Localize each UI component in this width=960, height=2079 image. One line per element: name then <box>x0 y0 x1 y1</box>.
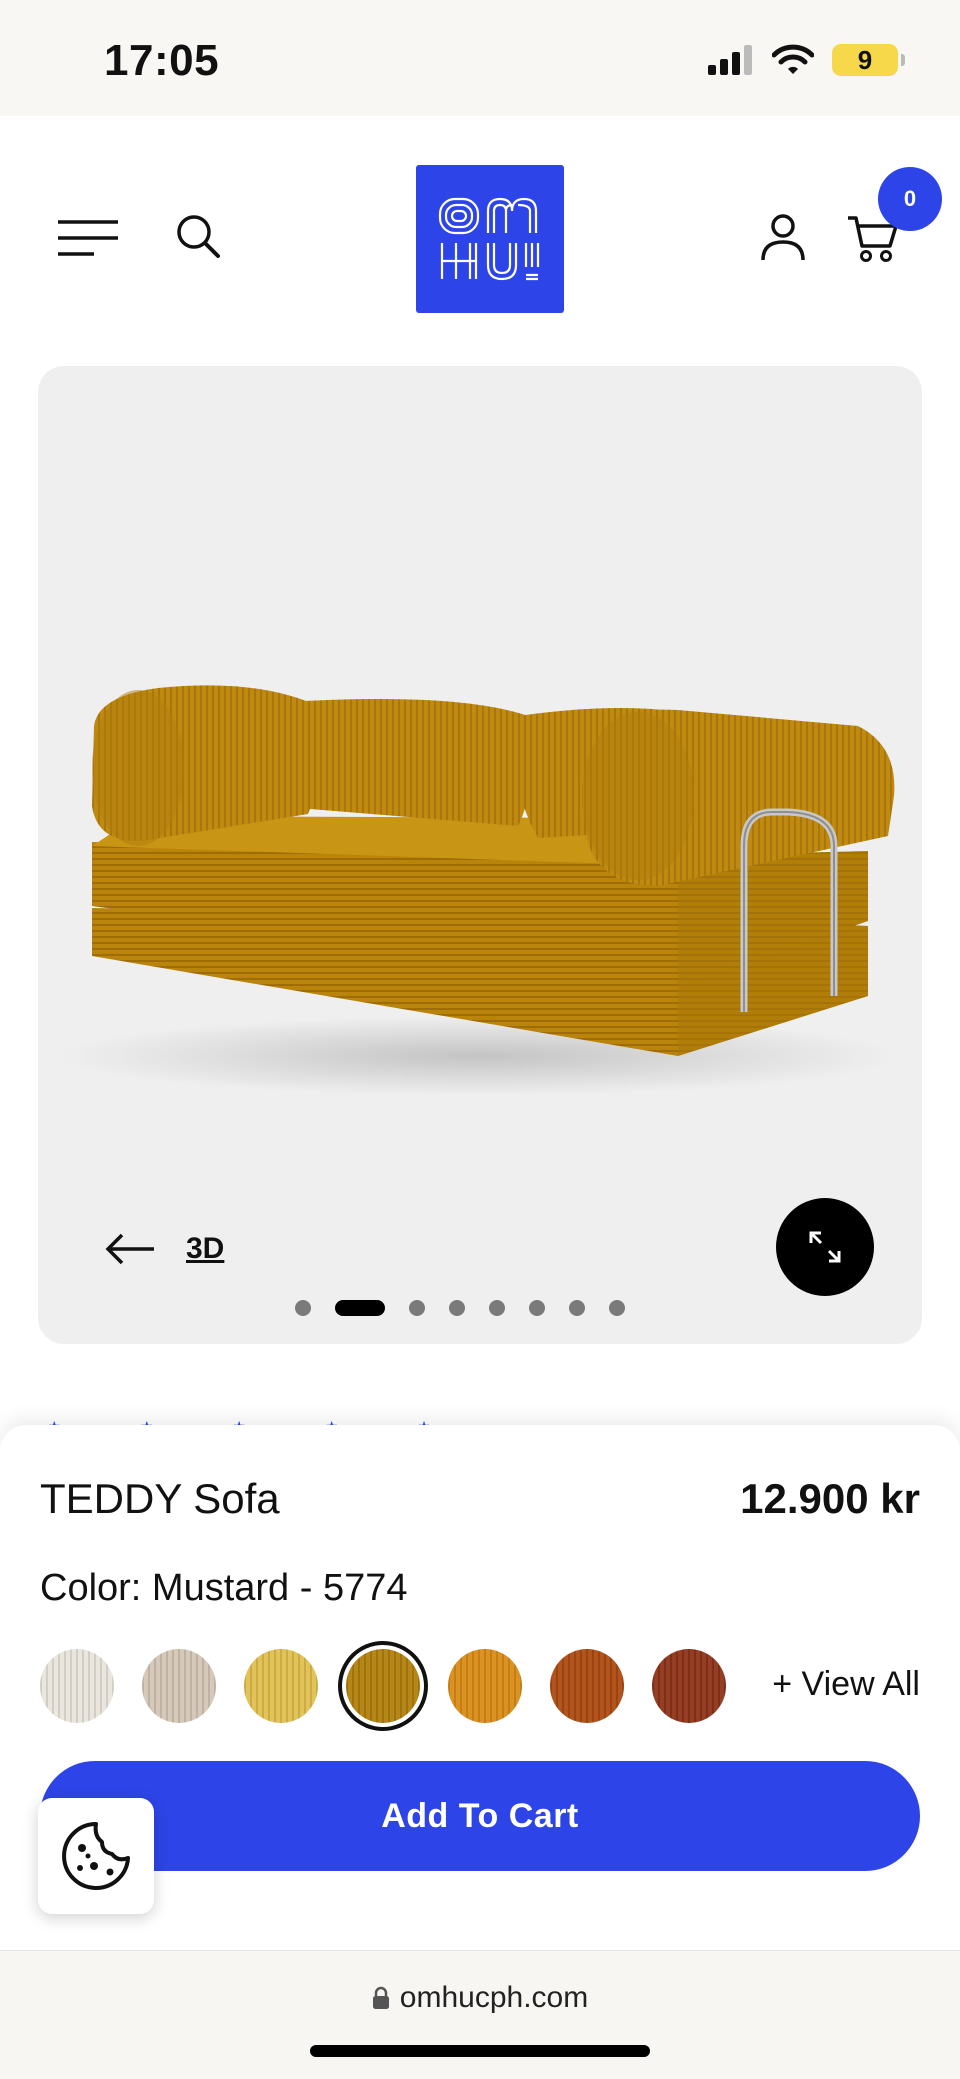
arrow-left-icon <box>105 1233 154 1265</box>
add-to-cart-button[interactable]: Add To Cart <box>40 1761 920 1871</box>
status-icons: 9 <box>708 44 905 76</box>
color-swatch-brown[interactable] <box>652 1649 726 1723</box>
expand-arrows-icon <box>809 1231 841 1263</box>
gallery-dot[interactable] <box>409 1300 425 1316</box>
product-name: TEDDY Sofa <box>40 1475 280 1522</box>
product-image-gallery[interactable]: 3D <box>38 366 922 1344</box>
home-indicator <box>310 2045 650 2057</box>
gallery-dot[interactable] <box>489 1300 505 1316</box>
url-display[interactable]: omhucph.com <box>0 1981 960 2015</box>
color-swatch-mustard[interactable] <box>346 1649 420 1723</box>
gallery-dot[interactable] <box>449 1300 465 1316</box>
cart-count-badge[interactable]: 0 <box>878 167 942 231</box>
browser-address-bar: omhucph.com <box>0 1950 960 2079</box>
gallery-dot[interactable] <box>529 1300 545 1316</box>
expand-fullscreen-button[interactable] <box>776 1198 874 1296</box>
site-logo[interactable] <box>416 165 564 313</box>
hamburger-menu-icon[interactable] <box>58 218 118 258</box>
account-icon[interactable] <box>758 212 808 262</box>
search-icon[interactable] <box>174 212 222 260</box>
color-swatch-cream[interactable] <box>40 1649 114 1723</box>
cookie-settings-button[interactable] <box>38 1798 154 1914</box>
wifi-icon <box>772 44 814 74</box>
gallery-dot[interactable] <box>335 1300 385 1316</box>
3d-view-link[interactable]: 3D <box>186 1232 224 1266</box>
status-time: 17:05 <box>104 36 220 85</box>
back-to-3d-link[interactable]: 3D <box>104 1232 224 1266</box>
color-swatches <box>40 1649 726 1723</box>
gallery-dot[interactable] <box>609 1300 625 1316</box>
color-swatch-rust[interactable] <box>550 1649 624 1723</box>
color-swatch-yellow[interactable] <box>244 1649 318 1723</box>
gallery-dot[interactable] <box>569 1300 585 1316</box>
cookie-icon <box>62 1822 130 1890</box>
url-text: omhucph.com <box>399 1981 589 2014</box>
gallery-dot[interactable] <box>295 1300 311 1316</box>
signal-icon <box>708 45 752 75</box>
battery-level: 9 <box>857 44 873 75</box>
gallery-pagination <box>38 1300 922 1316</box>
battery-indicator: 9 <box>832 44 905 76</box>
color-swatch-beige[interactable] <box>142 1649 216 1723</box>
view-all-colors-link[interactable]: + View All <box>772 1665 920 1704</box>
status-bar: 17:05 9 <box>0 0 960 116</box>
product-price: 12.900 kr <box>740 1475 920 1522</box>
selected-color-label: Color: Mustard - 5774 <box>40 1567 408 1609</box>
color-swatch-amber[interactable] <box>448 1649 522 1723</box>
omhu-logo-icon <box>438 197 540 281</box>
lock-icon <box>372 1986 389 2009</box>
sofa-product-image <box>58 685 898 1096</box>
